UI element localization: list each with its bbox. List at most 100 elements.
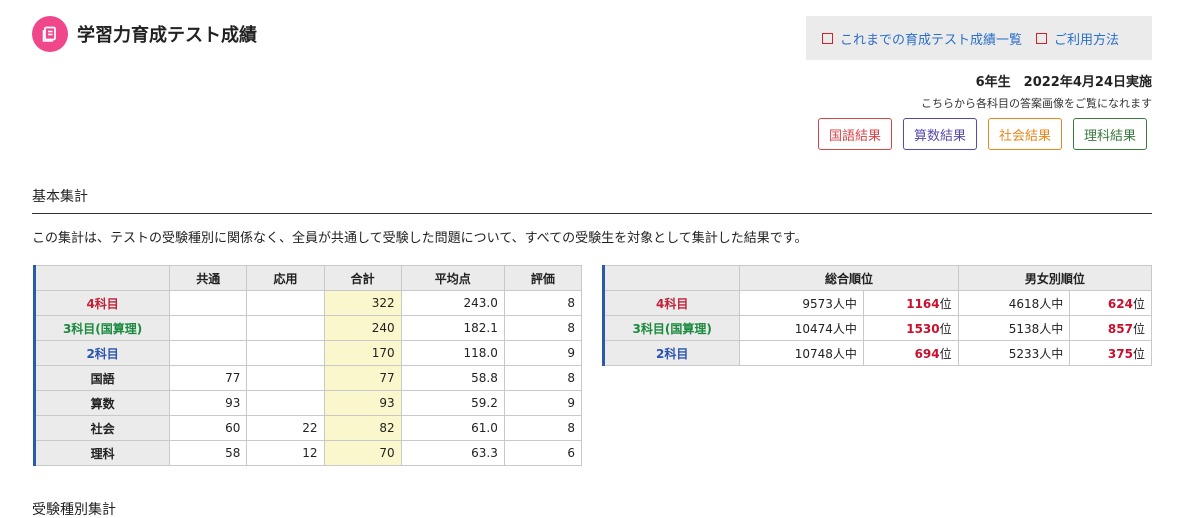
common-score — [169, 315, 248, 341]
total-score: 170 — [323, 340, 402, 366]
applied-score: 12 — [246, 440, 325, 466]
common-score: 60 — [169, 415, 248, 441]
row-label: 国語 — [33, 365, 171, 391]
table-row: 算数 93 93 59.2 9 — [33, 390, 583, 416]
row-label: 2科目 — [602, 340, 741, 366]
average-score: 182.1 — [400, 315, 505, 341]
gender-rank: 624 — [1107, 296, 1133, 311]
page-title: 学習力育成テスト成績 — [77, 25, 257, 46]
column-header: 男女別順位 — [957, 265, 1153, 291]
average-score: 118.0 — [400, 340, 505, 366]
gender-rank-cell: 375位 — [1069, 340, 1152, 366]
common-score — [169, 290, 248, 316]
average-score: 243.0 — [400, 290, 505, 316]
average-score: 59.2 — [400, 390, 505, 416]
grade: 8 — [503, 365, 583, 391]
column-header: 総合順位 — [739, 265, 959, 291]
rank-suffix: 位 — [1132, 321, 1145, 336]
overall-total: 9573人中 — [739, 290, 864, 316]
row-label: 4科目 — [33, 290, 171, 316]
overall-rank: 694 — [914, 346, 940, 361]
grade: 9 — [503, 390, 583, 416]
app-header: 学習力育成テスト成績 — [32, 16, 257, 52]
column-header: 平均点 — [400, 265, 505, 291]
overall-total: 10474人中 — [739, 315, 864, 341]
applied-score: 22 — [246, 415, 325, 441]
table-row: 国語 77 77 58.8 8 — [33, 365, 583, 391]
past-results-link[interactable]: これまでの育成テスト成績一覧 — [822, 29, 1022, 48]
rank-table-header: 総合順位 男女別順位 — [602, 265, 1153, 291]
usage-guide-link-label: ご利用方法 — [1054, 32, 1120, 48]
rank-suffix: 位 — [939, 346, 952, 361]
gender-rank-cell: 624位 — [1069, 290, 1152, 316]
column-header — [602, 265, 741, 291]
square-icon — [1036, 32, 1048, 44]
row-label: 理科 — [33, 440, 171, 466]
column-header: 共通 — [169, 265, 248, 291]
gender-rank: 857 — [1107, 321, 1133, 336]
table-row: 2科目 170 118.0 9 — [33, 340, 583, 366]
grade: 6 — [503, 440, 583, 466]
rank-table: 総合順位 男女別順位 4科目 9573人中 1164位 4618人中 624位 … — [602, 265, 1153, 366]
rank-suffix: 位 — [1132, 296, 1145, 311]
total-score: 70 — [323, 440, 402, 466]
book-icon — [32, 16, 68, 52]
overall-rank: 1530 — [906, 321, 940, 336]
common-score — [169, 340, 248, 366]
japanese-result-button[interactable]: 国語結果 — [817, 118, 892, 150]
math-result-button[interactable]: 算数結果 — [902, 118, 977, 150]
row-label: 3科目(国算理) — [33, 315, 171, 341]
table-row: 理科 58 12 70 63.3 6 — [33, 440, 583, 466]
overall-rank: 1164 — [906, 296, 940, 311]
table-row: 4科目 322 243.0 8 — [33, 290, 583, 316]
overall-rank-cell: 1530位 — [862, 315, 959, 341]
social-result-button[interactable]: 社会結果 — [987, 118, 1062, 150]
grade: 9 — [503, 340, 583, 366]
overall-rank-cell: 1164位 — [862, 290, 959, 316]
common-score: 93 — [169, 390, 248, 416]
column-header: 応用 — [246, 265, 325, 291]
rank-suffix: 位 — [1132, 346, 1145, 361]
gender-rank-cell: 857位 — [1069, 315, 1152, 341]
table-row: 2科目 10748人中 694位 5233人中 375位 — [602, 340, 1152, 366]
gender-total: 5138人中 — [957, 315, 1071, 341]
grade: 8 — [503, 415, 583, 441]
total-score: 82 — [323, 415, 402, 441]
total-score: 240 — [323, 315, 402, 341]
top-links-bar: これまでの育成テスト成績一覧 ご利用方法 — [806, 16, 1152, 60]
grade: 8 — [503, 315, 583, 341]
gender-total: 5233人中 — [957, 340, 1071, 366]
common-score: 58 — [169, 440, 248, 466]
overall-rank-cell: 694位 — [862, 340, 959, 366]
row-label: 2科目 — [33, 340, 171, 366]
science-result-button[interactable]: 理科結果 — [1072, 118, 1147, 150]
column-header: 合計 — [323, 265, 402, 291]
basic-section-title: 基本集計 — [32, 189, 88, 205]
average-score: 58.8 — [400, 365, 505, 391]
section-divider — [32, 213, 1152, 214]
average-score: 61.0 — [400, 415, 505, 441]
gender-rank: 375 — [1107, 346, 1133, 361]
rank-suffix: 位 — [939, 296, 952, 311]
overall-total: 10748人中 — [739, 340, 864, 366]
total-score: 77 — [323, 365, 402, 391]
score-table: 共通 応用 合計 平均点 評価 4科目 322 243.0 8 3科目(国算理)… — [33, 265, 583, 466]
rank-suffix: 位 — [939, 321, 952, 336]
row-label: 算数 — [33, 390, 171, 416]
gender-total: 4618人中 — [957, 290, 1071, 316]
table-row: 3科目(国算理) 10474人中 1530位 5138人中 857位 — [602, 315, 1152, 341]
table-row: 社会 60 22 82 61.0 8 — [33, 415, 583, 441]
applied-score — [246, 315, 325, 341]
row-label: 社会 — [33, 415, 171, 441]
basic-section-description: この集計は、テストの受験種別に関係なく、全員が共通して受験した問題について、すべ… — [32, 231, 808, 246]
square-icon — [822, 32, 833, 44]
common-score: 77 — [169, 365, 248, 391]
row-label: 3科目(国算理) — [602, 315, 741, 341]
usage-guide-link[interactable]: ご利用方法 — [1036, 29, 1119, 48]
applied-score — [246, 340, 325, 366]
total-score: 322 — [323, 290, 402, 316]
column-header: 評価 — [503, 265, 583, 291]
exam-type-section-title: 受験種別集計 — [32, 502, 116, 518]
applied-score — [246, 390, 325, 416]
applied-score — [246, 290, 325, 316]
